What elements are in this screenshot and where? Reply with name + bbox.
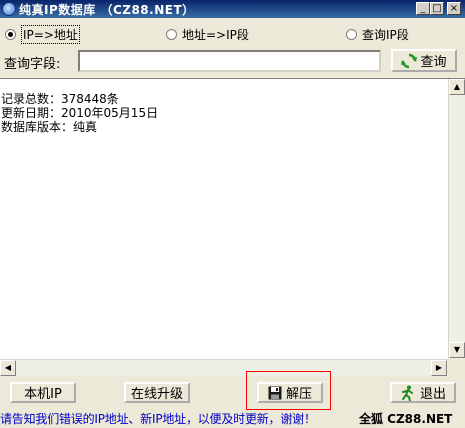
horizontal-scrollbar[interactable]: ◀ ▶ xyxy=(0,359,448,376)
record-count-line: 记录总数：378448条 xyxy=(1,92,119,106)
floppy-disk-icon xyxy=(268,386,282,399)
scroll-down-icon[interactable]: ▼ xyxy=(449,342,465,358)
query-input[interactable] xyxy=(78,50,381,72)
update-date-line: 更新日期：2010年05月15日 xyxy=(1,106,159,120)
radio-label: 地址=>IP段 xyxy=(182,27,249,42)
radio-label: IP=>地址 xyxy=(21,24,80,44)
local-ip-button[interactable]: 本机IP xyxy=(10,382,76,403)
result-output[interactable]: 记录总数：378448条 更新日期：2010年05月15日 数据库版本：纯真 ▲… xyxy=(0,78,465,376)
window-title: 纯真IP数据库 （CZ88.NET） xyxy=(19,3,195,17)
scrollbar-corner xyxy=(448,359,465,376)
status-message[interactable]: 请告知我们错误的IP地址、新IP地址，以便及时更新，谢谢！ xyxy=(0,410,316,427)
radio-query-ip-range[interactable]: 查询IP段 xyxy=(346,27,409,42)
online-upgrade-button[interactable]: 在线升级 xyxy=(124,382,190,403)
running-man-icon xyxy=(401,385,413,401)
minimize-button[interactable]: _ xyxy=(416,2,430,15)
radio-label: 查询IP段 xyxy=(362,27,409,42)
close-button[interactable]: × xyxy=(447,2,461,15)
radio-address-to-ip-range[interactable]: 地址=>IP段 xyxy=(166,27,249,42)
exit-button-label: 退出 xyxy=(419,387,446,402)
radio-unselected-icon[interactable] xyxy=(166,28,177,40)
brand-label[interactable]: 全狐 CZ88.NET xyxy=(359,410,452,427)
vertical-scrollbar[interactable]: ▲ ▼ xyxy=(448,79,465,359)
scroll-up-icon[interactable]: ▲ xyxy=(449,79,465,95)
query-button-label: 查询 xyxy=(420,55,447,70)
radio-unselected-icon[interactable] xyxy=(346,28,357,40)
extract-button[interactable]: 解压 xyxy=(257,382,323,403)
exit-button[interactable]: 退出 xyxy=(390,382,456,403)
refresh-icon xyxy=(401,53,418,68)
query-field-label: 查询字段: xyxy=(4,57,61,72)
globe-icon xyxy=(2,2,16,16)
radio-ip-to-address[interactable]: IP=>地址 xyxy=(5,24,80,44)
title-bar: 纯真IP数据库 （CZ88.NET） _ □ × xyxy=(0,0,465,18)
maximize-button[interactable]: □ xyxy=(430,2,444,15)
db-version-line: 数据库版本：纯真 xyxy=(1,120,98,134)
scroll-right-icon[interactable]: ▶ xyxy=(431,360,447,376)
scroll-left-icon[interactable]: ◀ xyxy=(0,360,16,376)
extract-button-label: 解压 xyxy=(285,387,312,402)
query-button[interactable]: 查询 xyxy=(391,49,457,72)
radio-selected-icon[interactable] xyxy=(5,28,16,40)
result-text: 记录总数：378448条 更新日期：2010年05月15日 数据库版本：纯真 xyxy=(1,92,158,134)
